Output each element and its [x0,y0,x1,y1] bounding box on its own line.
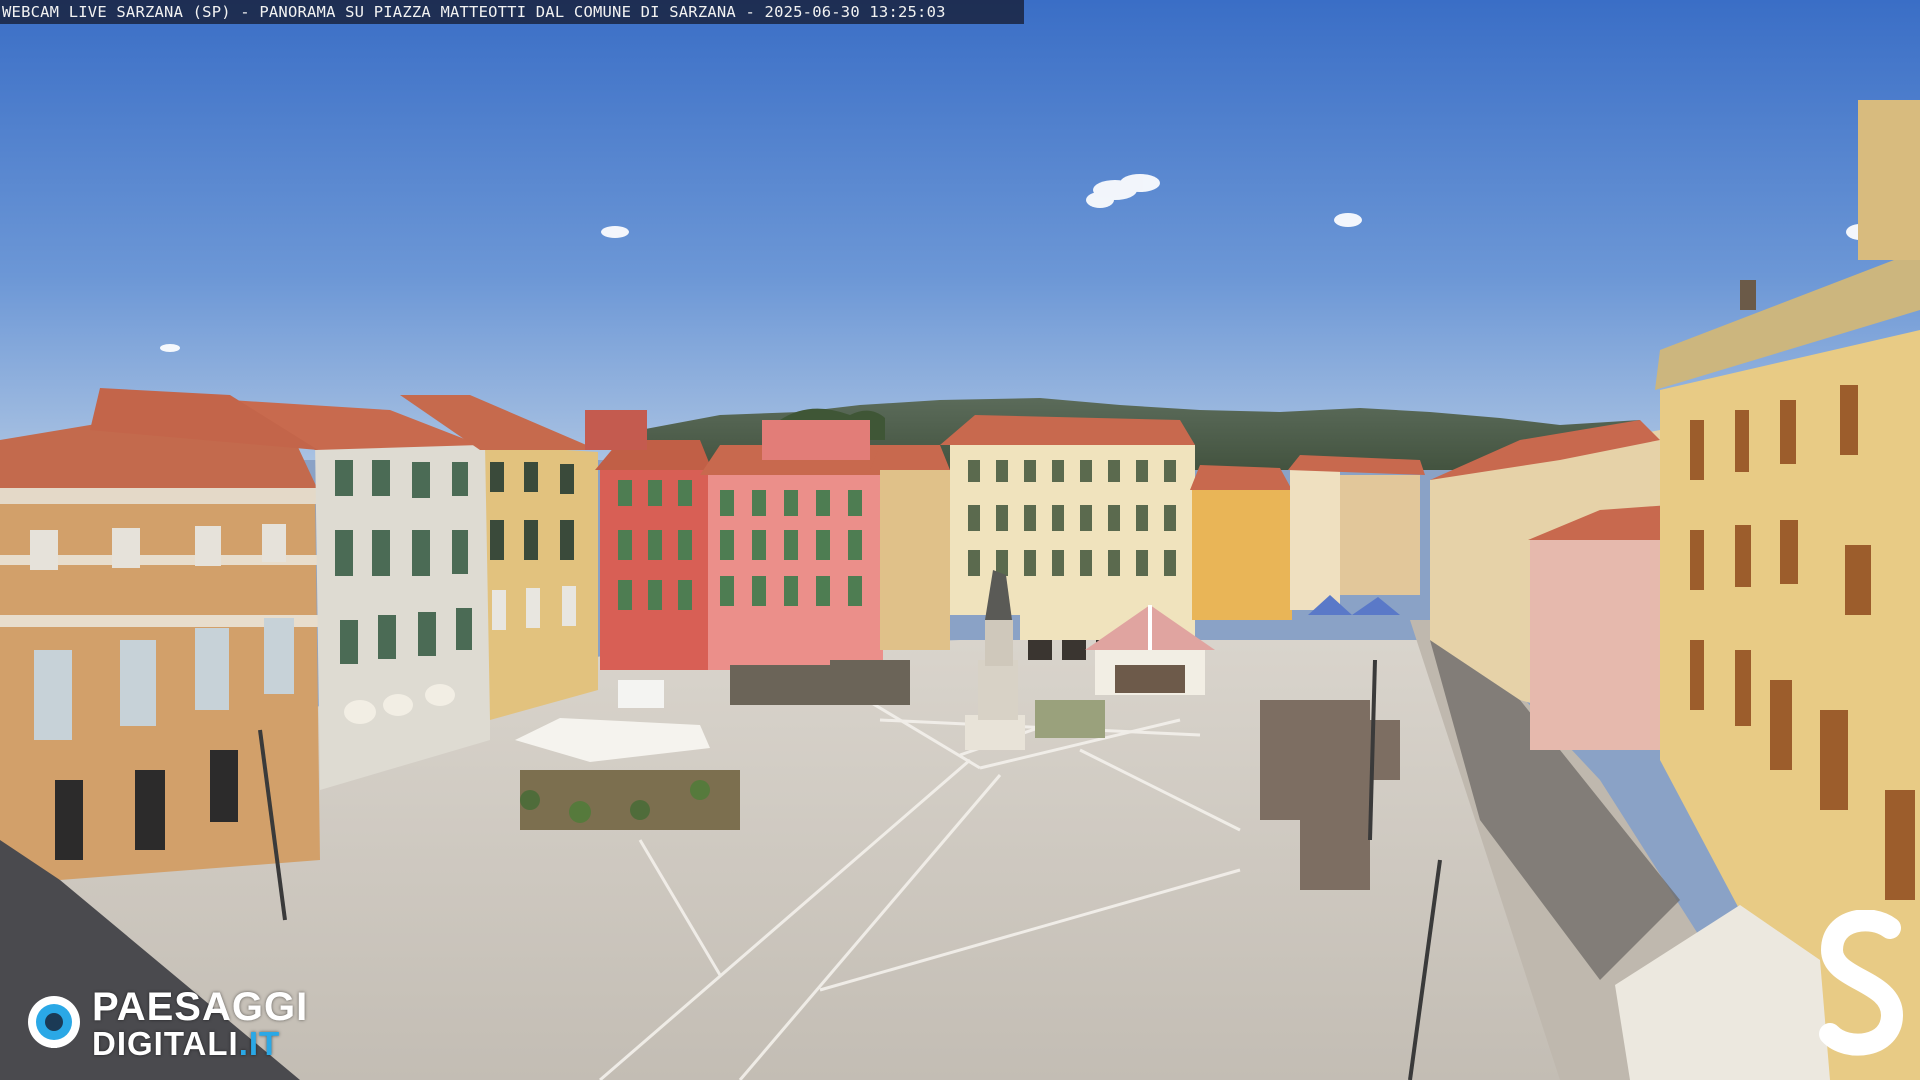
windows-yellow-left [490,462,576,630]
logo-line-1: PAESAGGI [92,985,309,1029]
webcam-caption: WEBCAM LIVE SARZANA (SP) - PANORAMA SU P… [2,3,946,21]
building-yellow-center [1190,465,1292,620]
webcam-caption-bar: WEBCAM LIVE SARZANA (SP) - PANORAMA SU P… [0,0,1024,24]
tables-center [730,660,910,705]
sky [0,0,1920,460]
building-beige [870,445,950,650]
white-van [618,680,664,708]
webcam-frame: WEBCAM LIVE SARZANA (SP) - PANORAMA SU P… [0,0,1920,1080]
logo-line-2-tld: .IT [238,1025,281,1062]
fountain-basin [1035,700,1105,738]
logo-line-2-main: DIGITALI [92,1025,239,1062]
piazza-scene [0,0,1920,1080]
s-monogram-icon [1819,910,1904,1056]
eye-icon [28,996,80,1048]
windows-red [618,480,692,610]
logo-line-2: DIGITALI.IT [92,1026,280,1062]
paesaggi-digitali-logo: PAESAGGI DIGITALI.IT [24,986,334,1066]
buildings-receding [1288,455,1425,610]
